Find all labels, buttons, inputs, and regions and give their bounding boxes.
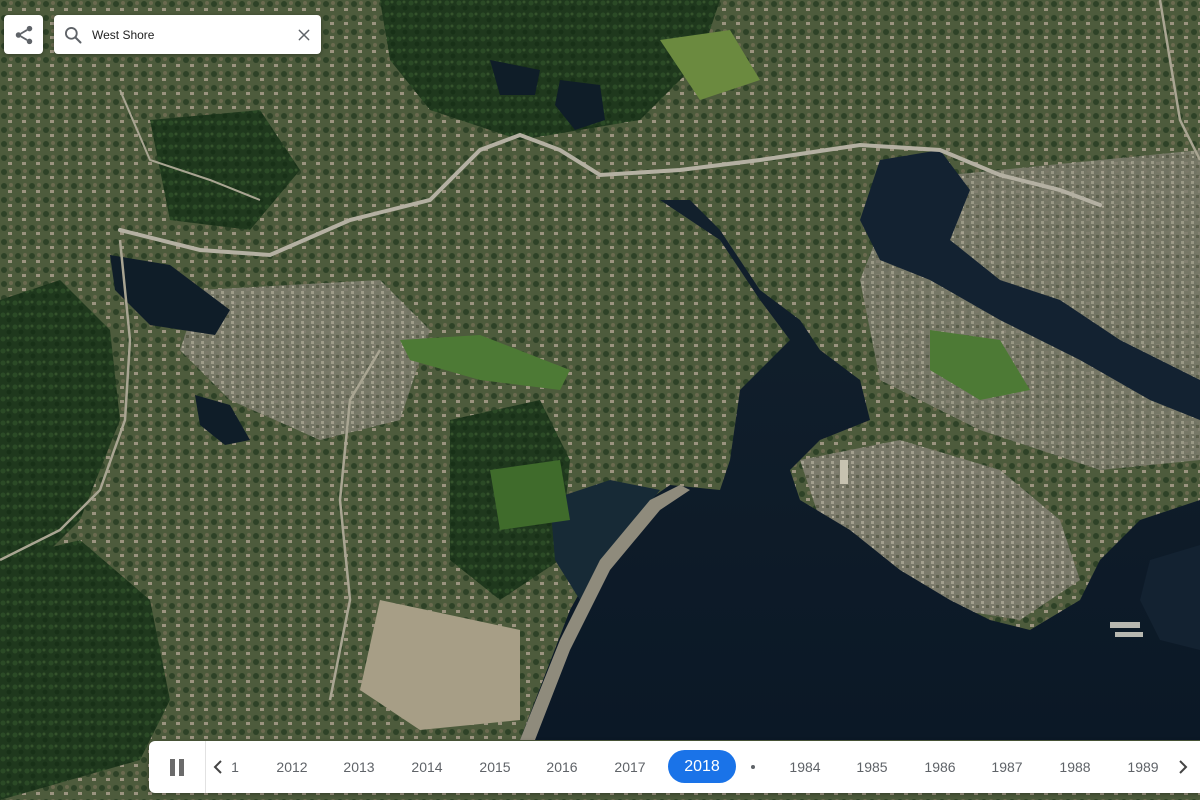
year-item[interactable]: 1987 bbox=[983, 741, 1031, 793]
chevron-left-icon bbox=[213, 760, 222, 774]
year-item[interactable]: 1988 bbox=[1051, 741, 1099, 793]
search-input[interactable] bbox=[92, 19, 287, 50]
share-button[interactable] bbox=[4, 15, 43, 54]
year-item[interactable]: 1985 bbox=[848, 741, 896, 793]
pier-3 bbox=[840, 460, 848, 484]
satellite-map[interactable] bbox=[0, 0, 1200, 800]
share-icon bbox=[15, 25, 32, 44]
year-item[interactable]: 2014 bbox=[403, 741, 451, 793]
year-item[interactable]: 2013 bbox=[335, 741, 383, 793]
field-south bbox=[490, 460, 570, 530]
year-selected[interactable]: 2018 bbox=[668, 750, 736, 783]
pause-icon bbox=[170, 758, 175, 776]
pier-2 bbox=[1115, 632, 1143, 637]
year-item[interactable]: 1984 bbox=[781, 741, 829, 793]
app-stage: 1 2012 2013 2014 2015 2016 2017 2018 198… bbox=[0, 0, 1200, 800]
magnifier-glyph bbox=[65, 26, 82, 43]
year-item[interactable]: 1986 bbox=[916, 741, 964, 793]
timeline-separator-dot bbox=[751, 765, 755, 769]
search-icon[interactable] bbox=[54, 15, 92, 54]
pause-icon-bar bbox=[179, 758, 184, 776]
close-icon bbox=[298, 29, 310, 40]
year-item[interactable]: 2016 bbox=[538, 741, 586, 793]
year-partial[interactable]: 1 bbox=[229, 741, 241, 793]
year-item[interactable]: 2017 bbox=[606, 741, 654, 793]
timeline-bar: 1 2012 2013 2014 2015 2016 2017 2018 198… bbox=[149, 741, 1200, 793]
pier-1 bbox=[1110, 622, 1140, 628]
year-item[interactable]: 2015 bbox=[471, 741, 519, 793]
pause-button[interactable] bbox=[149, 741, 206, 793]
year-item[interactable]: 2012 bbox=[268, 741, 316, 793]
chevron-right-icon bbox=[1179, 760, 1188, 774]
clear-search-button[interactable] bbox=[287, 15, 321, 54]
timeline-next-button[interactable] bbox=[1171, 741, 1195, 793]
search-box bbox=[54, 15, 321, 54]
year-item[interactable]: 1989 bbox=[1119, 741, 1167, 793]
timeline-prev-button[interactable] bbox=[206, 741, 230, 793]
